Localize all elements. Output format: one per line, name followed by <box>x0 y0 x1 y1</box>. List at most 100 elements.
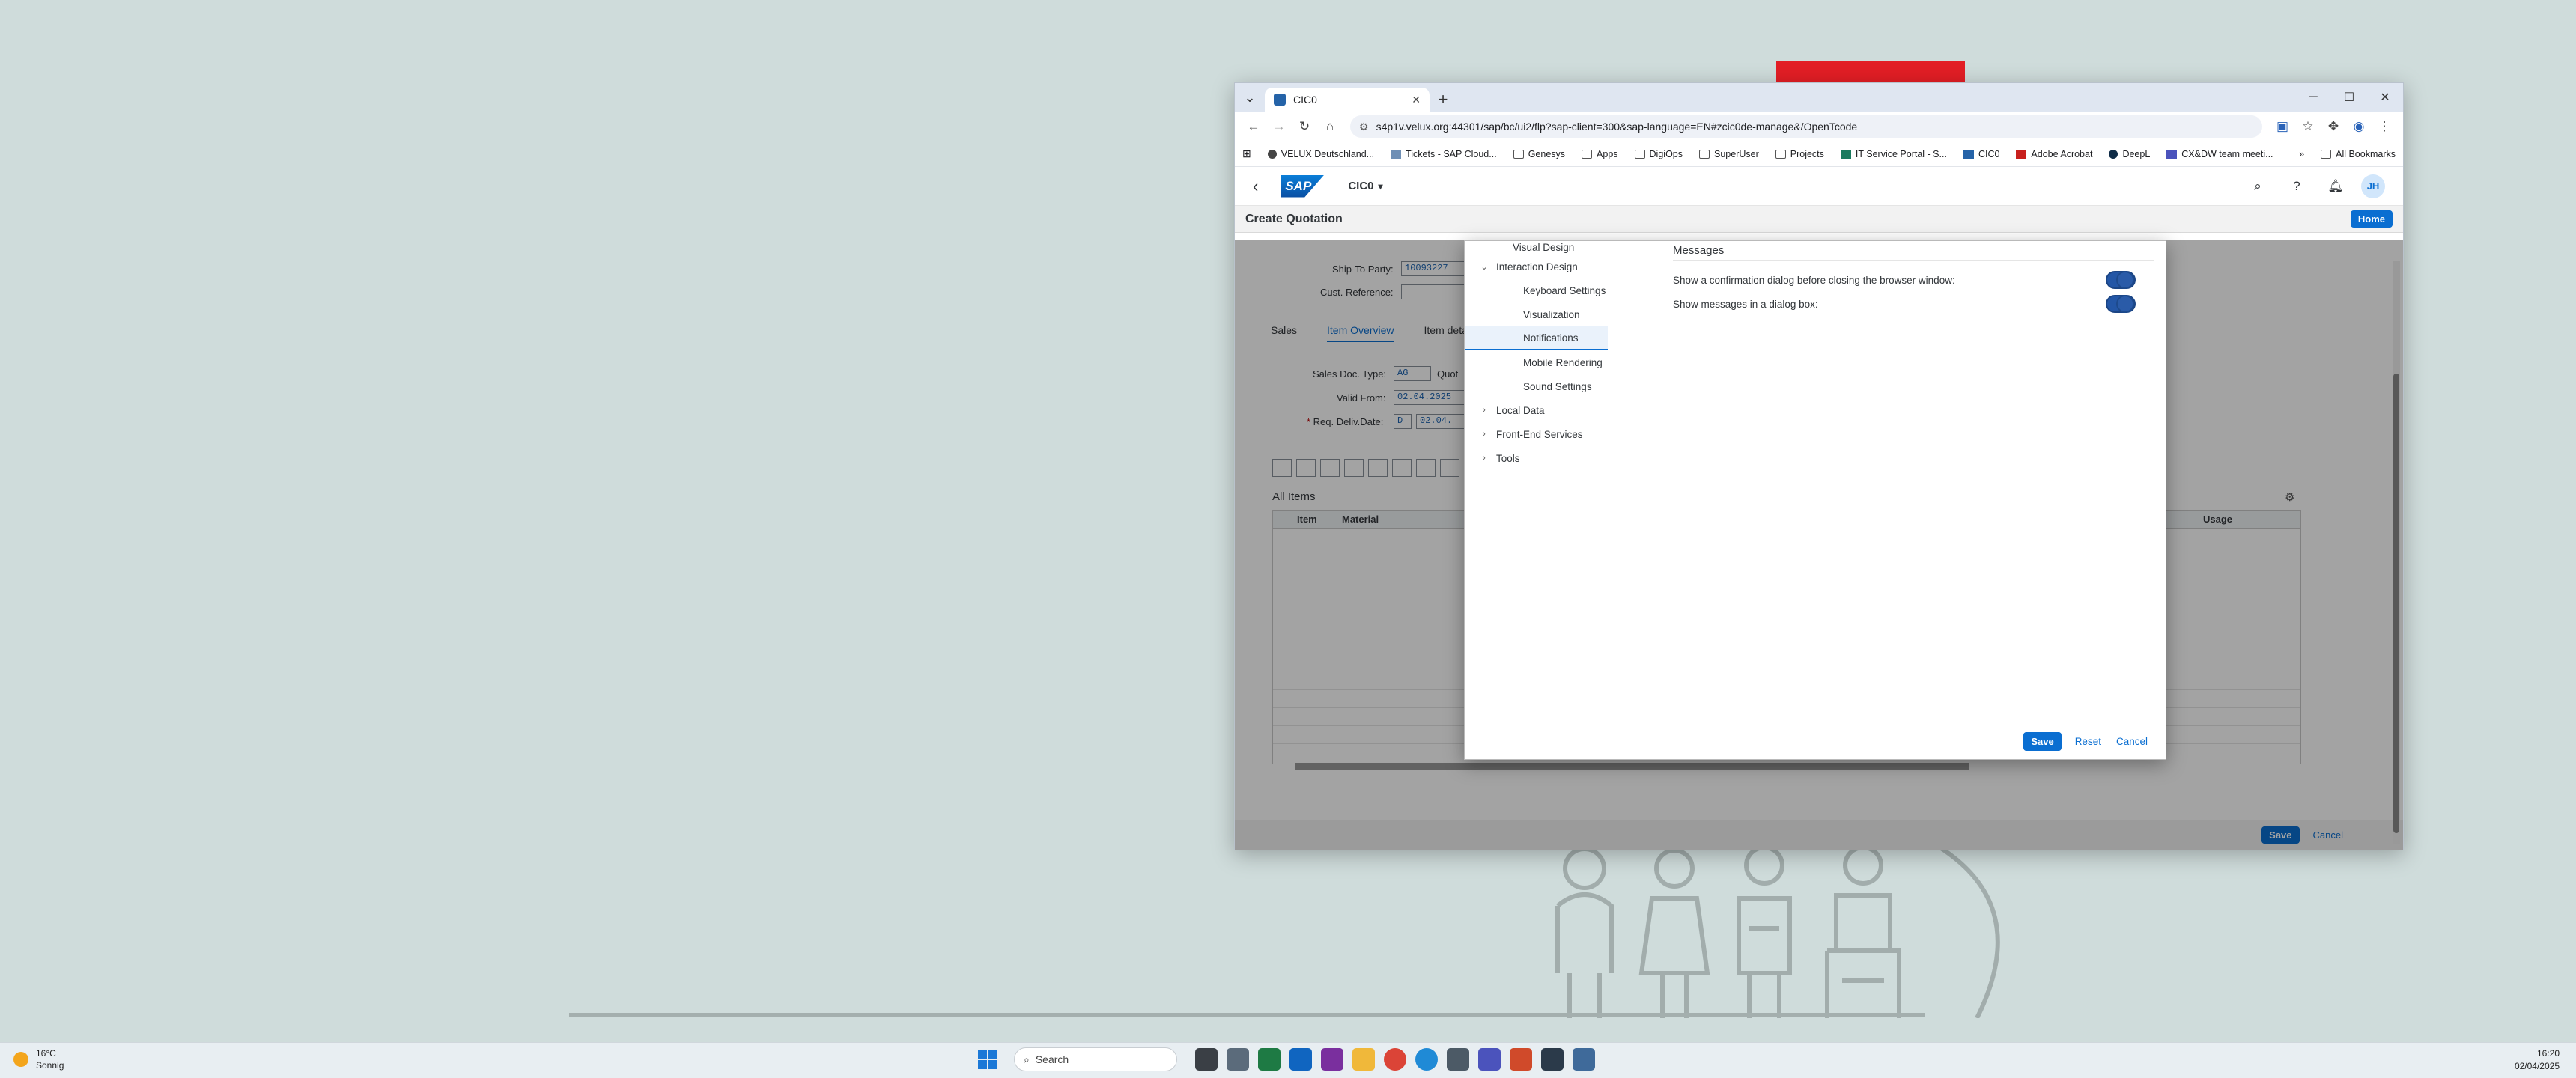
bookmark-item[interactable]: CX&DW team meeti... <box>2166 149 2273 159</box>
settings-tree: Visual Design ⌄ Interaction Design Keyboa… <box>1465 241 1650 723</box>
chevron-right-icon[interactable]: › <box>1472 454 1496 463</box>
tree-item-visualization[interactable]: Visualization <box>1465 302 1650 326</box>
bookmark-folder[interactable]: Projects <box>1775 149 1824 159</box>
browser-tab-cic0[interactable]: CIC0 ✕ <box>1265 88 1430 112</box>
bookmark-favicon-icon <box>2016 149 2027 159</box>
search-icon[interactable]: ⌕ <box>2243 171 2273 201</box>
toggle-knob <box>2116 271 2134 289</box>
dialog-save-button[interactable]: Save <box>2023 731 2062 751</box>
tree-item-interaction-design[interactable]: ⌄ Interaction Design <box>1465 255 1650 278</box>
bookmark-folder[interactable]: Genesys <box>1513 149 1565 159</box>
extensions-puzzle-icon[interactable]: ✥ <box>2321 114 2346 139</box>
tree-item-keyboard-settings[interactable]: Keyboard Settings <box>1465 278 1650 302</box>
forward-icon[interactable]: → <box>1266 114 1292 139</box>
site-info-icon[interactable]: ⚙ <box>1359 121 1369 133</box>
onenote-icon[interactable] <box>1321 1048 1343 1071</box>
setting-label: Show a confirmation dialog before closin… <box>1673 274 1955 286</box>
menu-kebab-icon[interactable]: ⋮ <box>2372 114 2397 139</box>
chevron-right-icon[interactable]: › <box>1472 430 1496 439</box>
bookmark-favicon-icon <box>1391 149 1402 159</box>
taskbar-search[interactable]: ⌕ Search <box>1014 1047 1177 1071</box>
tree-item-local-data[interactable]: › Local Data <box>1465 398 1650 422</box>
tab-search-dropdown[interactable]: ⌄ <box>1235 83 1265 112</box>
sap-logo[interactable]: SAP <box>1281 174 1325 198</box>
tree-item-visual-design[interactable]: Visual Design <box>1465 240 1650 255</box>
tab-title: CIC0 <box>1293 94 1317 106</box>
bookmark-star-icon[interactable]: ☆ <box>2295 114 2321 139</box>
bookmark-folder[interactable]: Apps <box>1582 149 1618 159</box>
avatar[interactable]: JH <box>2361 174 2385 198</box>
bookmarks-overflow-icon[interactable]: » <box>2299 149 2304 159</box>
dialog-footer: Save Reset Cancel <box>1465 723 2166 759</box>
settings-panel: Messages Show a confirmation dialog befo… <box>1661 241 2166 723</box>
help-icon[interactable]: ? <box>2282 171 2312 201</box>
tree-item-mobile-rendering[interactable]: Mobile Rendering <box>1465 350 1650 374</box>
confirm-close-toggle[interactable] <box>2106 271 2136 289</box>
bookmark-folder[interactable]: SuperUser <box>1699 149 1759 159</box>
home-icon[interactable]: ⌂ <box>1317 114 1343 139</box>
minimize-icon[interactable]: ─ <box>2295 83 2331 112</box>
messages-dialog-toggle[interactable] <box>2106 295 2136 313</box>
notifications-bell-icon[interactable]: 🔔︎ <box>2321 171 2351 201</box>
bookmark-item[interactable]: VELUX Deutschland... <box>1267 149 1374 159</box>
excel-icon[interactable] <box>1258 1048 1281 1071</box>
edge-icon[interactable] <box>1415 1048 1438 1071</box>
new-tab-button[interactable]: + <box>1430 88 1456 112</box>
file-explorer-icon[interactable] <box>1352 1048 1375 1071</box>
chevron-down-icon[interactable]: ⌄ <box>1472 262 1496 272</box>
dialog-reset-button[interactable]: Reset <box>2075 736 2101 747</box>
task-view-icon[interactable] <box>1195 1048 1218 1071</box>
search-icon: ⌕ <box>1024 1053 1030 1065</box>
address-bar[interactable]: ⚙ s4p1v.velux.org:44301/sap/bc/ui2/flp?s… <box>1350 115 2262 138</box>
chevron-right-icon[interactable]: › <box>1472 406 1496 415</box>
reload-icon[interactable]: ↻ <box>1292 114 1317 139</box>
back-icon[interactable]: ← <box>1241 114 1266 139</box>
bookmark-folder[interactable]: DigiOps <box>1634 149 1683 159</box>
url-text: s4p1v.velux.org:44301/sap/bc/ui2/flp?sap… <box>1376 121 1858 133</box>
bookmark-favicon-icon <box>2109 149 2118 159</box>
tab-close-icon[interactable]: ✕ <box>1412 94 1421 106</box>
file-app-icon[interactable] <box>1227 1048 1249 1071</box>
settings-dialog: Visual Design ⌄ Interaction Design Keyboa… <box>1464 240 2166 760</box>
tree-item-tools[interactable]: › Tools <box>1465 446 1650 470</box>
dialog-cancel-button[interactable]: Cancel <box>2116 736 2148 747</box>
chrome-icon[interactable] <box>1384 1048 1406 1071</box>
tree-item-sound-settings[interactable]: Sound Settings <box>1465 374 1650 398</box>
shell-app-title[interactable]: CIC0 ▾ <box>1348 180 1382 192</box>
bookmark-item[interactable]: CIC0 <box>1963 149 1999 159</box>
close-window-icon[interactable]: ✕ <box>2367 83 2403 112</box>
tree-item-notifications[interactable]: Notifications <box>1465 326 1608 350</box>
home-button[interactable]: Home <box>2350 210 2393 228</box>
teams-icon[interactable] <box>1478 1048 1501 1071</box>
clock-date: 02/04/2025 <box>2514 1061 2560 1071</box>
profile-icon[interactable]: ◉ <box>2346 114 2372 139</box>
app-icon[interactable] <box>1541 1048 1564 1071</box>
browser-window: ⌄ CIC0 ✕ + ─ ☐ ✕ ← → ↻ ⌂ ⚙ s4p1v.velux.o… <box>1234 82 2404 850</box>
bookmark-item[interactable]: Tickets - SAP Cloud... <box>1391 149 1497 159</box>
taskbar: 16°C Sonnig ⌕ Search 16:20 02/04/2025 <box>0 1042 2576 1078</box>
shell-back-icon[interactable]: ‹ <box>1253 177 1258 196</box>
tree-item-front-end-services[interactable]: › Front-End Services <box>1465 422 1650 446</box>
weather-widget[interactable]: 16°C Sonnig <box>13 1047 64 1071</box>
outlook-icon[interactable] <box>1289 1048 1312 1071</box>
app-icon[interactable] <box>1447 1048 1469 1071</box>
bookmark-item[interactable]: Adobe Acrobat <box>2016 149 2092 159</box>
maximize-icon[interactable]: ☐ <box>2331 83 2367 112</box>
bookmark-item[interactable]: IT Service Portal - S... <box>1840 149 1947 159</box>
clock[interactable]: 16:20 02/04/2025 <box>2515 1047 2560 1073</box>
bookmarks-bar: ⊞ VELUX Deutschland... Tickets - SAP Clo… <box>1235 141 2403 167</box>
all-bookmarks[interactable]: All Bookmarks <box>2321 149 2396 159</box>
folder-icon <box>2321 149 2332 159</box>
setting-confirm-close: Show a confirmation dialog before closin… <box>1673 268 2154 292</box>
app-icon[interactable] <box>1510 1048 1532 1071</box>
bookmark-item[interactable]: DeepL <box>2109 149 2150 159</box>
app-icon[interactable] <box>1573 1048 1595 1071</box>
windows-start-icon[interactable] <box>978 1050 997 1069</box>
sap-shell-bar: ‹ SAP CIC0 ▾ ⌕ ? 🔔︎ JH <box>1235 167 2403 206</box>
apps-grid-icon[interactable]: ⊞ <box>1242 147 1251 160</box>
wallpaper-people-illustration <box>1555 838 2000 1018</box>
folder-icon <box>1775 149 1786 159</box>
extension-icon[interactable]: ▣ <box>2270 114 2295 139</box>
chevron-down-icon: ▾ <box>1378 181 1383 192</box>
bookmark-favicon-icon <box>1840 149 1851 159</box>
